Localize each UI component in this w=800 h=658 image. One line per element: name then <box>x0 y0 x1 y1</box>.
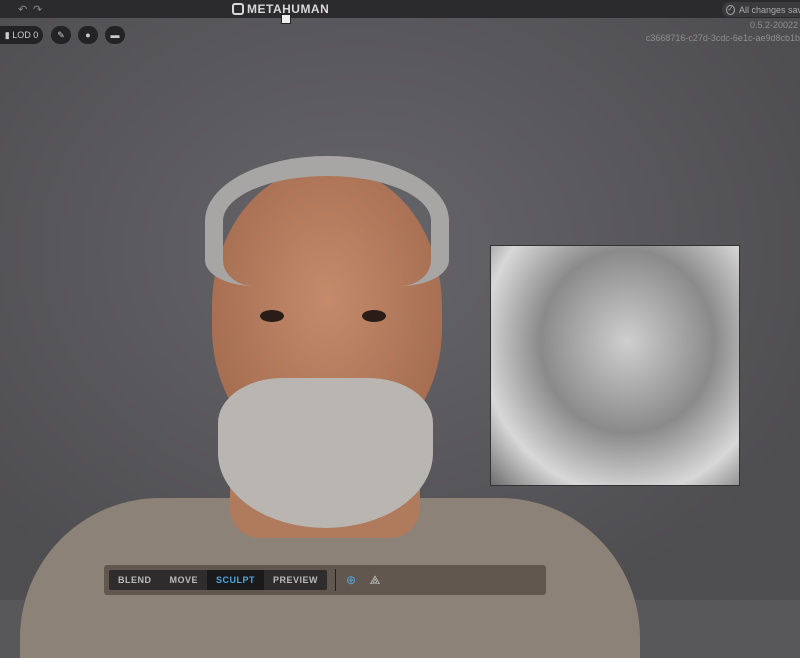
logo-icon <box>232 3 244 15</box>
lighting-button[interactable]: ✎ <box>51 26 71 44</box>
tab-preview[interactable]: PREVIEW <box>264 570 327 590</box>
tab-sculpt[interactable]: SCULPT <box>207 570 265 590</box>
symmetry-icon[interactable]: ⊕ <box>344 573 358 587</box>
tab-blend[interactable]: BLEND <box>109 570 161 590</box>
build-version: 0.5.2-20022 <box>749 20 798 30</box>
asset-guid: c3668716-c27d-3cdc-6e1c-ae9d8cb1b <box>645 33 800 43</box>
screen-icon: ▬ <box>110 30 120 40</box>
character-eye-left <box>260 310 284 322</box>
check-icon: ✓ <box>726 4 735 15</box>
reference-image <box>490 245 740 486</box>
viewport-3d[interactable] <box>0 18 800 658</box>
top-bar: ↶ ↷ METAHUMAN ✓All changes saved <box>0 0 800 18</box>
head-icon: ● <box>85 30 91 40</box>
tab-move[interactable]: MOVE <box>161 570 208 590</box>
head-view-button[interactable]: ● <box>78 26 98 44</box>
save-status-text: All changes saved <box>738 4 800 15</box>
pivot-icon[interactable]: ⟁ <box>368 573 382 587</box>
undo-icon[interactable]: ↶ <box>18 3 27 16</box>
divider <box>335 569 337 591</box>
mode-tabs: BLEND MOVE SCULPT PREVIEW <box>109 570 328 590</box>
character-eye-right <box>362 310 386 322</box>
lod-label: LOD 0 <box>12 30 39 40</box>
save-status-badge: ✓All changes saved <box>722 2 800 17</box>
mouse-cursor <box>281 14 291 24</box>
brush-icon: ✎ <box>57 29 65 40</box>
lod-button[interactable]: ▮ LOD 0 <box>0 26 43 44</box>
mode-toolbar: BLEND MOVE SCULPT PREVIEW ⊕ ⟁ <box>104 565 546 595</box>
display-button[interactable]: ▬ <box>105 26 125 44</box>
cube-icon: ▮ <box>4 29 13 40</box>
redo-icon[interactable]: ↷ <box>33 3 42 16</box>
character-beard <box>218 378 433 528</box>
character-hair <box>205 156 449 286</box>
